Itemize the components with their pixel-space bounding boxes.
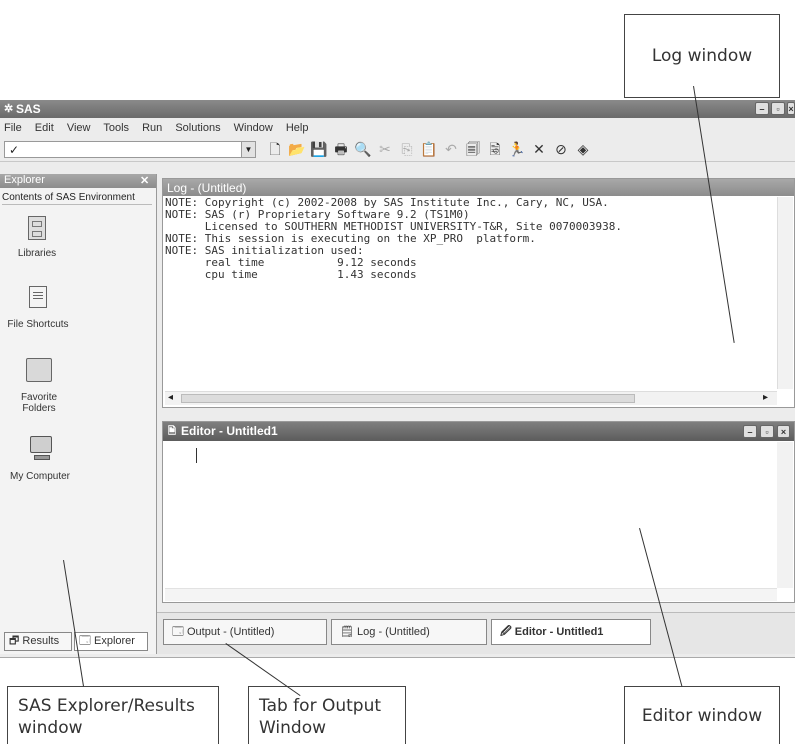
undo-icon[interactable]: ↶ <box>442 140 460 158</box>
results-tab-label: Results <box>22 635 60 647</box>
explorer-tab[interactable]: 🗔 Explorer <box>74 632 148 651</box>
log-horizontal-scrollbar[interactable]: ◂ ▸ <box>165 391 777 405</box>
sas-window: ✲ SAS – ▫ × File Edit View Tools Run Sol… <box>0 100 795 658</box>
toolbar: ✓ ▼ 🗋 📂 💾 🖶 🔍 ✂ ⎘ 📋 ↶ 🗐 🗟 🏃 ✕ ⊘ ◈ <box>0 138 795 162</box>
new-library-icon[interactable]: 🗐 <box>464 140 482 158</box>
log-content[interactable]: NOTE: Copyright (c) 2002-2008 by SAS Ins… <box>165 197 777 383</box>
folder-icon <box>26 358 52 382</box>
explorer-tab-label: Explorer <box>94 635 135 647</box>
my-computer-label: My Computer <box>9 471 70 482</box>
callout-editor-window: Editor window <box>624 686 780 744</box>
paste-icon[interactable]: 📋 <box>420 140 438 158</box>
command-dropdown-button[interactable]: ▼ <box>241 142 255 157</box>
clear-icon[interactable]: ✕ <box>530 140 548 158</box>
menu-file[interactable]: File <box>4 122 22 134</box>
open-icon[interactable]: 📂 <box>288 140 306 158</box>
menu-window[interactable]: Window <box>234 122 273 134</box>
break-icon[interactable]: ⊘ <box>552 140 570 158</box>
explorer-close-icon[interactable]: ✕ <box>140 174 149 187</box>
scroll-right-icon[interactable]: ▸ <box>763 392 768 403</box>
output-window-tab[interactable]: 🗔 Output - (Untitled) <box>163 619 327 645</box>
menu-solutions[interactable]: Solutions <box>175 122 220 134</box>
explorer-pane: Explorer ✕ Contents of SAS Environment L… <box>0 174 157 654</box>
explorer-title-bar: Explorer ✕ <box>0 174 156 188</box>
menu-edit[interactable]: Edit <box>35 122 54 134</box>
toolbar-icons: 🗋 📂 💾 🖶 🔍 ✂ ⎘ 📋 ↶ 🗐 🗟 🏃 ✕ ⊘ ◈ <box>266 140 592 160</box>
window-tab-bar: 🗔 Output - (Untitled) 🗒 Log - (Untitled)… <box>157 612 795 654</box>
menu-help[interactable]: Help <box>286 122 309 134</box>
output-tab-icon: 🗔 <box>172 626 184 638</box>
check-icon[interactable]: ✓ <box>9 143 19 157</box>
print-icon[interactable]: 🖶 <box>332 140 350 158</box>
callout-explorer-window: SAS Explorer/Results window <box>7 686 219 744</box>
callout-log-window: Log window <box>624 14 780 98</box>
new-icon[interactable]: 🗋 <box>266 140 284 158</box>
editor-horizontal-scrollbar[interactable] <box>165 588 777 601</box>
menu-run[interactable]: Run <box>142 122 162 134</box>
sas-logo-icon: ✲ <box>4 103 14 115</box>
explorer-heading: Contents of SAS Environment <box>2 192 152 205</box>
scroll-left-icon[interactable]: ◂ <box>168 392 173 403</box>
find-icon[interactable]: 🗟 <box>486 140 504 158</box>
close-button[interactable]: × <box>787 102 795 115</box>
file-cabinet-icon <box>28 216 46 240</box>
menu-tools[interactable]: Tools <box>103 122 129 134</box>
editor-tab-label: Editor - Untitled1 <box>514 626 604 638</box>
cut-icon[interactable]: ✂ <box>376 140 394 158</box>
command-box[interactable]: ✓ ▼ <box>4 141 256 158</box>
editor-text-area[interactable] <box>165 442 777 586</box>
editor-title: Editor - Untitled1 <box>181 424 278 438</box>
copy-icon[interactable]: ⎘ <box>398 140 416 158</box>
editor-minimize-button[interactable]: – <box>743 425 757 438</box>
maximize-button[interactable]: ▫ <box>771 102 785 115</box>
save-icon[interactable]: 💾 <box>310 140 328 158</box>
callout-log-text: Log window <box>651 46 753 66</box>
editor-window: 🗎 Editor - Untitled1 – ▫ × <box>162 421 795 603</box>
editor-vertical-scrollbar[interactable] <box>777 442 793 588</box>
run-icon[interactable]: 🏃 <box>508 140 526 158</box>
log-vertical-scrollbar[interactable] <box>777 197 793 389</box>
explorer-tab-icon: 🗔 <box>79 635 91 647</box>
log-tab-icon: 🗒 <box>340 626 354 638</box>
callout-output-text: Tab for Output Window <box>259 696 382 738</box>
menu-view[interactable]: View <box>67 122 91 134</box>
text-cursor <box>196 448 197 463</box>
results-tab-icon: 🗗 <box>9 635 20 647</box>
callout-editor-text: Editor window <box>641 705 763 726</box>
editor-window-tab[interactable]: 🖉 Editor - Untitled1 <box>491 619 651 645</box>
explorer-title: Explorer <box>4 174 45 186</box>
output-tab-label: Output - (Untitled) <box>187 626 275 638</box>
minimize-button[interactable]: – <box>755 102 769 115</box>
log-window: Log - (Untitled) NOTE: Copyright (c) 200… <box>162 178 795 408</box>
log-scroll-thumb[interactable] <box>181 394 635 403</box>
title-bar: ✲ SAS – ▫ × <box>0 100 795 118</box>
log-title-bar: Log - (Untitled) <box>163 179 794 196</box>
callout-output-tab: Tab for Output Window <box>248 686 406 744</box>
computer-base-icon <box>34 455 50 460</box>
menu-bar: File Edit View Tools Run Solutions Windo… <box>0 120 795 136</box>
editor-tab-icon: 🖉 <box>500 626 512 638</box>
log-line: cpu time 1.43 seconds <box>165 268 417 281</box>
file-shortcuts-label: File Shortcuts <box>7 319 69 330</box>
favorite-folders-label: Favorite Folders <box>20 392 58 414</box>
editor-maximize-button[interactable]: ▫ <box>760 425 774 438</box>
log-window-tab[interactable]: 🗒 Log - (Untitled) <box>331 619 487 645</box>
editor-close-button[interactable]: × <box>777 425 790 438</box>
help-icon[interactable]: ◈ <box>574 140 592 158</box>
callout-explorer-text: SAS Explorer/Results window <box>18 696 195 738</box>
print-preview-icon[interactable]: 🔍 <box>354 140 372 158</box>
libraries-label: Libraries <box>17 248 57 259</box>
app-title: SAS <box>16 102 41 116</box>
log-title: Log - (Untitled) <box>167 181 247 195</box>
results-tab[interactable]: 🗗 Results <box>4 632 72 651</box>
editor-doc-icon: 🗎 <box>168 426 177 437</box>
file-shortcuts-icon <box>29 286 47 308</box>
editor-title-bar: 🗎 Editor - Untitled1 – ▫ × <box>163 422 794 441</box>
computer-icon <box>30 436 52 453</box>
log-tab-label: Log - (Untitled) <box>357 626 430 638</box>
